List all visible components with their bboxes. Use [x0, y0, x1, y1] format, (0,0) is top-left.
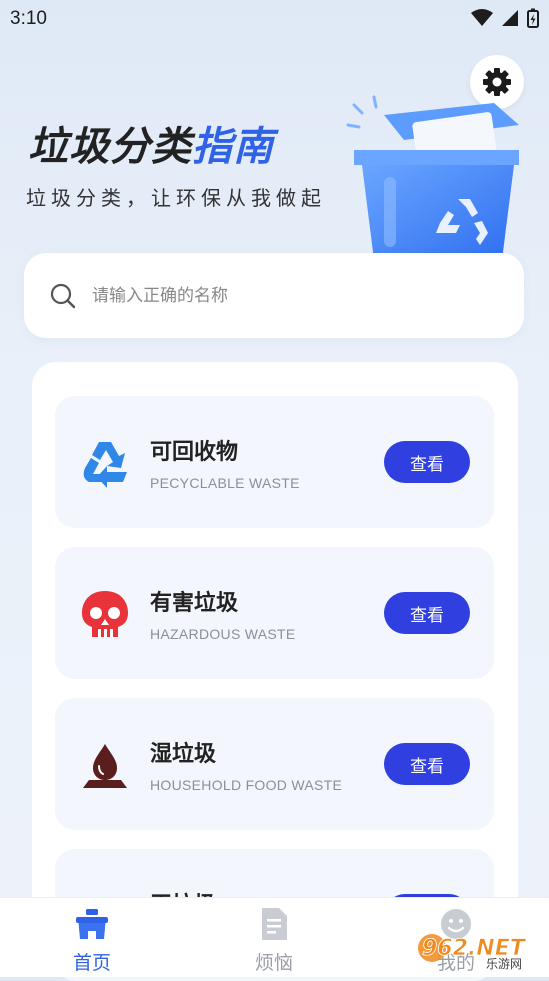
recycle-bin-illustration: [346, 95, 519, 260]
hero-title: 垃圾分类指南: [28, 114, 274, 172]
category-title: 有害垃圾: [150, 591, 239, 616]
category-subtitle: HOUSEHOLD FOOD WASTE: [150, 777, 343, 793]
status-time: 3:10: [10, 8, 47, 29]
skull-icon: [79, 589, 131, 641]
search-input[interactable]: [90, 284, 474, 307]
view-button[interactable]: 查看: [384, 441, 470, 483]
category-subtitle: HAZARDOUS WASTE: [150, 626, 296, 642]
tab-worries[interactable]: 烦恼: [224, 906, 324, 975]
gear-icon: [483, 68, 511, 96]
category-title: 湿垃圾: [150, 742, 217, 767]
hero-title-accent: 指南: [192, 124, 274, 170]
home-icon: [42, 906, 142, 942]
category-card-wet[interactable]: 湿垃圾 HOUSEHOLD FOOD WASTE 查看: [55, 698, 494, 830]
document-icon: [224, 906, 324, 942]
drop-icon: [79, 740, 131, 792]
tab-label: 首页: [72, 952, 111, 974]
category-panel: 可回收物 PECYCLABLE WASTE 查看 有害垃圾 HAZARDOUS …: [32, 362, 518, 981]
category-title: 可回收物: [150, 440, 239, 465]
recycle-icon: [79, 438, 131, 490]
wifi-icon: [471, 9, 493, 26]
view-button[interactable]: 查看: [384, 743, 470, 785]
search-icon: [50, 283, 76, 309]
status-icons: [471, 8, 539, 28]
tab-home[interactable]: 首页: [42, 906, 142, 975]
view-button[interactable]: 查看: [384, 592, 470, 634]
watermark-subtext: 乐游网: [486, 957, 522, 971]
battery-icon: [527, 8, 539, 28]
status-bar: 3:10: [0, 0, 549, 38]
hero-subtitle: 垃圾分类，让环保从我做起: [26, 186, 326, 210]
category-card-recyclable[interactable]: 可回收物 PECYCLABLE WASTE 查看: [55, 396, 494, 528]
hero-title-main: 垃圾分类: [28, 124, 192, 170]
search-bar[interactable]: [24, 253, 524, 338]
signal-icon: [502, 10, 518, 26]
site-watermark: 962.NET 乐游网: [418, 934, 527, 971]
category-card-hazardous[interactable]: 有害垃圾 HAZARDOUS WASTE 查看: [55, 547, 494, 679]
tab-label: 烦恼: [254, 952, 293, 974]
category-subtitle: PECYCLABLE WASTE: [150, 475, 300, 491]
